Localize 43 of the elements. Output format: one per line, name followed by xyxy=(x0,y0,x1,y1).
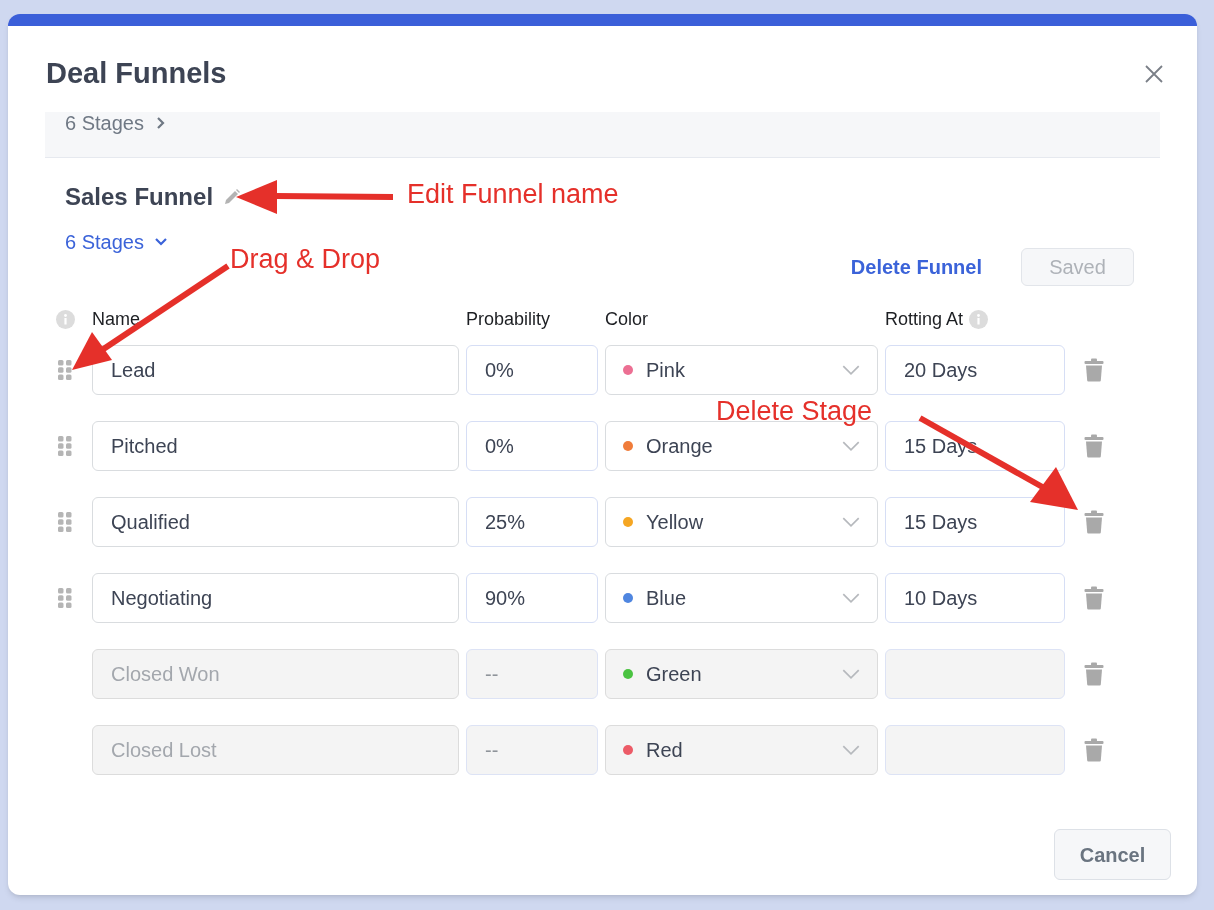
rotting-field[interactable]: 15 Days xyxy=(885,497,1065,547)
probability-field[interactable]: 0% xyxy=(466,345,598,395)
info-icon xyxy=(55,309,75,329)
color-select[interactable]: Yellow xyxy=(605,497,878,547)
delete-button[interactable] xyxy=(1084,586,1104,610)
rotting-field[interactable]: 10 Days xyxy=(885,573,1065,623)
rotting-field[interactable]: 20 Days xyxy=(885,345,1065,395)
cancel-button[interactable]: Cancel xyxy=(1054,829,1171,880)
delete-button[interactable] xyxy=(1084,434,1104,458)
dialog-title: Deal Funnels xyxy=(46,56,227,92)
trash-icon xyxy=(1084,586,1104,610)
column-header: Probability xyxy=(466,307,551,331)
column-header: Name xyxy=(92,307,140,331)
drag-handle-icon[interactable] xyxy=(58,360,72,380)
delete-button[interactable] xyxy=(1084,358,1104,382)
annotation-label: Drag & Drop xyxy=(230,246,381,273)
probability-field[interactable]: 90% xyxy=(466,573,598,623)
drag-handle-icon[interactable] xyxy=(58,512,72,532)
column-header: Color xyxy=(605,307,648,331)
info-icon xyxy=(969,309,989,329)
delete-funnel-link[interactable]: Delete Funnel xyxy=(850,252,982,282)
annotation-label: Edit Funnel name xyxy=(407,181,619,208)
probability-field[interactable]: 25% xyxy=(466,497,598,547)
pencil-icon[interactable] xyxy=(223,188,242,206)
trash-icon xyxy=(1084,510,1104,534)
column-header: Rotting At xyxy=(885,307,964,331)
trash-icon xyxy=(1084,662,1104,686)
color-select[interactable]: Pink xyxy=(605,345,878,395)
trash-icon xyxy=(1084,358,1104,382)
name-field[interactable]: Pitched xyxy=(92,421,459,471)
name-field[interactable]: Qualified xyxy=(92,497,459,547)
name-field[interactable]: Negotiating xyxy=(92,573,459,623)
color-select[interactable]: Blue xyxy=(605,573,878,623)
drag-handle-icon[interactable] xyxy=(58,588,72,608)
name-field[interactable]: Lead xyxy=(92,345,459,395)
probability-field[interactable]: 0% xyxy=(466,421,598,471)
delete-button[interactable] xyxy=(1084,510,1104,534)
funnel-name: Sales Funnel xyxy=(65,182,214,212)
trash-icon xyxy=(1084,738,1104,762)
stages-toggle[interactable]: 6 Stages xyxy=(65,112,168,134)
drag-handle-icon[interactable] xyxy=(58,436,72,456)
stages-toggle[interactable]: 6 Stages xyxy=(65,230,168,254)
trash-icon xyxy=(1084,434,1104,458)
